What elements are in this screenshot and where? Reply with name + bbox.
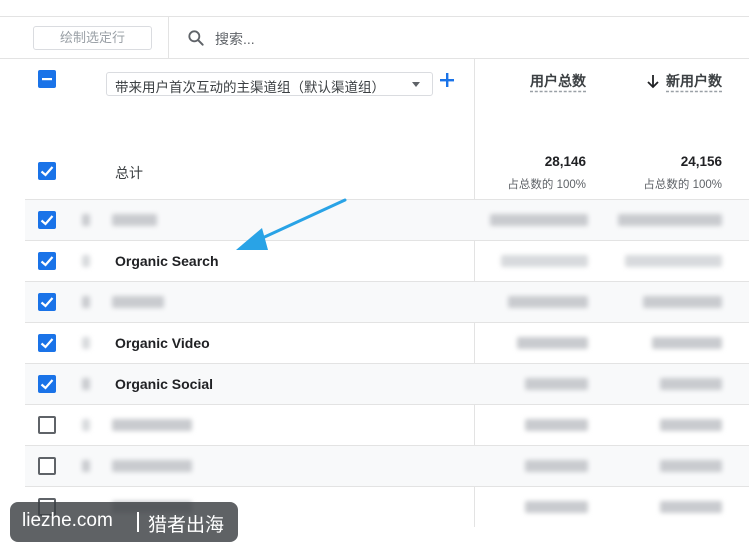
redacted-total-users [525, 460, 588, 472]
totals-new-users-share: 占总数的 100% [643, 179, 722, 191]
table-row[interactable]: Organic Search [25, 240, 749, 281]
redacted-total-users [490, 214, 588, 226]
caret-down-icon [412, 82, 420, 87]
redacted-new-users [660, 378, 722, 390]
redacted-rank [82, 378, 90, 390]
minus-icon [42, 78, 52, 81]
row-checkbox[interactable] [38, 211, 56, 229]
check-icon [40, 297, 54, 308]
table-row[interactable]: Organic Video [25, 322, 749, 363]
new-users-header[interactable]: 新用户数 [666, 71, 722, 91]
redacted-rank [82, 296, 90, 308]
redacted-label [112, 214, 157, 226]
row-checkbox[interactable] [38, 334, 56, 352]
redacted-new-users [618, 214, 722, 226]
totals-new-users: 24,156 [680, 154, 722, 169]
redacted-new-users [660, 460, 722, 472]
row-checkbox[interactable] [38, 252, 56, 270]
totals-total-users-share: 占总数的 100% [507, 179, 586, 191]
dimension-select[interactable]: 带来用户首次互动的主渠道组（默认渠道组） [106, 72, 433, 96]
search-icon[interactable] [186, 28, 206, 48]
totals-label: 总计 [115, 165, 143, 181]
watermark-site: liezhe.com [22, 510, 113, 531]
dimension-select-value: 带来用户首次互动的主渠道组（默认渠道组） [115, 80, 385, 95]
select-all-checkbox[interactable] [38, 70, 56, 88]
table-row[interactable] [25, 281, 749, 322]
redacted-total-users [517, 337, 588, 349]
redacted-rank [82, 214, 90, 226]
redacted-label [112, 419, 192, 431]
redacted-rank [82, 460, 90, 472]
watermark-brand: 猎者出海 [148, 515, 225, 536]
check-icon [40, 256, 54, 267]
table-row[interactable] [25, 404, 749, 445]
table-row[interactable] [25, 445, 749, 486]
table-row[interactable] [25, 199, 749, 240]
check-icon [40, 166, 54, 177]
redacted-total-users [508, 296, 588, 308]
redacted-new-users [625, 255, 722, 267]
check-icon [40, 379, 54, 390]
total-users-header[interactable]: 用户总数 [530, 71, 586, 91]
add-dimension-icon[interactable] [438, 71, 456, 89]
redacted-total-users [501, 255, 588, 267]
redacted-total-users [525, 419, 588, 431]
row-checkbox[interactable] [38, 457, 56, 475]
redacted-label [112, 296, 164, 308]
totals-total-users: 28,146 [544, 154, 586, 169]
check-icon [40, 215, 54, 226]
plot-rows-button[interactable]: 绘制选定行 [33, 26, 152, 50]
watermark-divider [137, 512, 139, 532]
redacted-label [112, 460, 192, 472]
search-input[interactable]: 搜索... [215, 29, 255, 49]
sort-descending-icon[interactable] [646, 73, 660, 89]
redacted-total-users [525, 501, 588, 513]
row-label-organic-social[interactable]: Organic Social [115, 376, 213, 392]
redacted-new-users [643, 296, 722, 308]
redacted-rank [82, 255, 90, 267]
totals-checkbox[interactable] [38, 162, 56, 180]
redacted-rank [82, 337, 90, 349]
row-label-organic-video[interactable]: Organic Video [115, 335, 210, 351]
redacted-rank [82, 419, 90, 431]
table-toolbar: 绘制选定行 搜索... [0, 16, 749, 59]
redacted-total-users [525, 378, 588, 390]
table-row[interactable]: Organic Social [25, 363, 749, 404]
row-checkbox[interactable] [38, 416, 56, 434]
redacted-new-users [660, 419, 722, 431]
toolbar-divider [168, 17, 169, 59]
redacted-new-users [660, 501, 722, 513]
redacted-new-users [652, 337, 722, 349]
row-checkbox[interactable] [38, 293, 56, 311]
row-label-organic-search[interactable]: Organic Search [115, 253, 219, 269]
check-icon [40, 338, 54, 349]
row-checkbox[interactable] [38, 375, 56, 393]
watermark: liezhe.com 猎者出海 [10, 502, 238, 542]
